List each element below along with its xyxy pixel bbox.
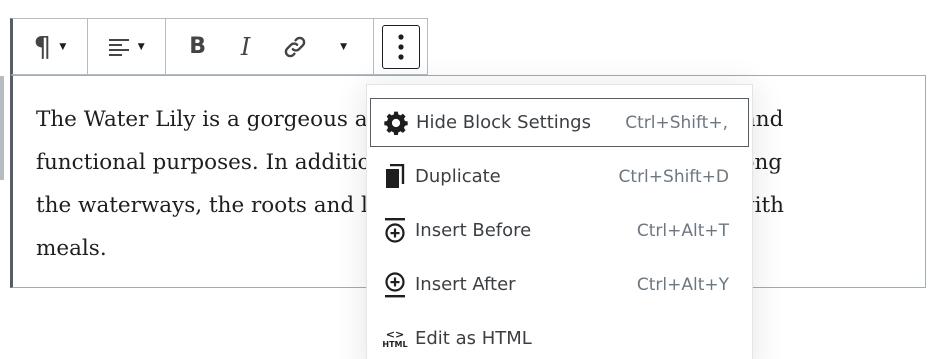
menu-item-label: Edit as HTML xyxy=(415,328,532,349)
more-rich-text-controls-button[interactable]: ▼ xyxy=(320,27,368,67)
insert-before-icon xyxy=(381,217,409,245)
menu-item-duplicate[interactable]: Duplicate Ctrl+Shift+D xyxy=(370,152,749,201)
block-type-group: ¶ ▼ xyxy=(13,19,88,74)
bold-button[interactable]: B xyxy=(174,27,222,67)
editor-edge-marker xyxy=(0,76,4,180)
change-alignment-button[interactable]: ▼ xyxy=(108,27,145,67)
insert-after-icon xyxy=(381,271,409,299)
menu-item-shortcut: Ctrl+Shift+D xyxy=(618,166,729,187)
menu-item-shortcut: Ctrl+Shift+, xyxy=(625,112,728,133)
menu-item-edit-as-html[interactable]: <> HTML Edit as HTML xyxy=(370,314,749,359)
bold-icon: B xyxy=(189,34,207,59)
html-icon: <> HTML xyxy=(382,327,408,349)
alignment-group: ▼ xyxy=(88,19,166,74)
vertical-ellipsis-icon xyxy=(397,33,404,60)
caret-down-icon: ▼ xyxy=(59,41,67,52)
link-button[interactable] xyxy=(270,27,320,67)
menu-item-label: Duplicate xyxy=(415,166,501,187)
paragraph-icon: ¶ xyxy=(33,29,52,63)
formatting-group: B I ▼ xyxy=(166,19,375,74)
italic-button[interactable]: I xyxy=(222,27,270,67)
more-options-button[interactable] xyxy=(381,24,420,69)
block-settings-menu: Hide Block Settings Ctrl+Shift+, Duplica… xyxy=(366,84,753,359)
change-block-type-button[interactable]: ¶ ▼ xyxy=(34,27,67,67)
menu-item-shortcut: Ctrl+Alt+Y xyxy=(636,274,729,295)
menu-item-label: Insert After xyxy=(415,274,516,295)
menu-item-label: Insert Before xyxy=(415,220,532,241)
menu-item-insert-before[interactable]: Insert Before Ctrl+Alt+T xyxy=(370,206,749,255)
duplicate-icon xyxy=(381,163,409,191)
menu-item-hide-block-settings[interactable]: Hide Block Settings Ctrl+Shift+, xyxy=(370,98,749,147)
more-options-group xyxy=(374,19,427,74)
menu-item-insert-after[interactable]: Insert After Ctrl+Alt+Y xyxy=(370,260,749,309)
italic-icon: I xyxy=(240,32,251,61)
block-editor: The Water Lily is a gorgeous and often u… xyxy=(0,0,935,359)
block-toolbar: ¶ ▼ ▼ B I ▼ xyxy=(10,18,428,75)
menu-item-label: Hide Block Settings xyxy=(416,112,591,133)
menu-item-shortcut: Ctrl+Alt+T xyxy=(636,220,729,241)
caret-down-icon: ▼ xyxy=(137,41,145,52)
caret-down-icon: ▼ xyxy=(340,41,348,52)
gear-icon xyxy=(382,109,410,137)
link-icon xyxy=(284,36,305,57)
align-left-icon xyxy=(108,38,129,56)
